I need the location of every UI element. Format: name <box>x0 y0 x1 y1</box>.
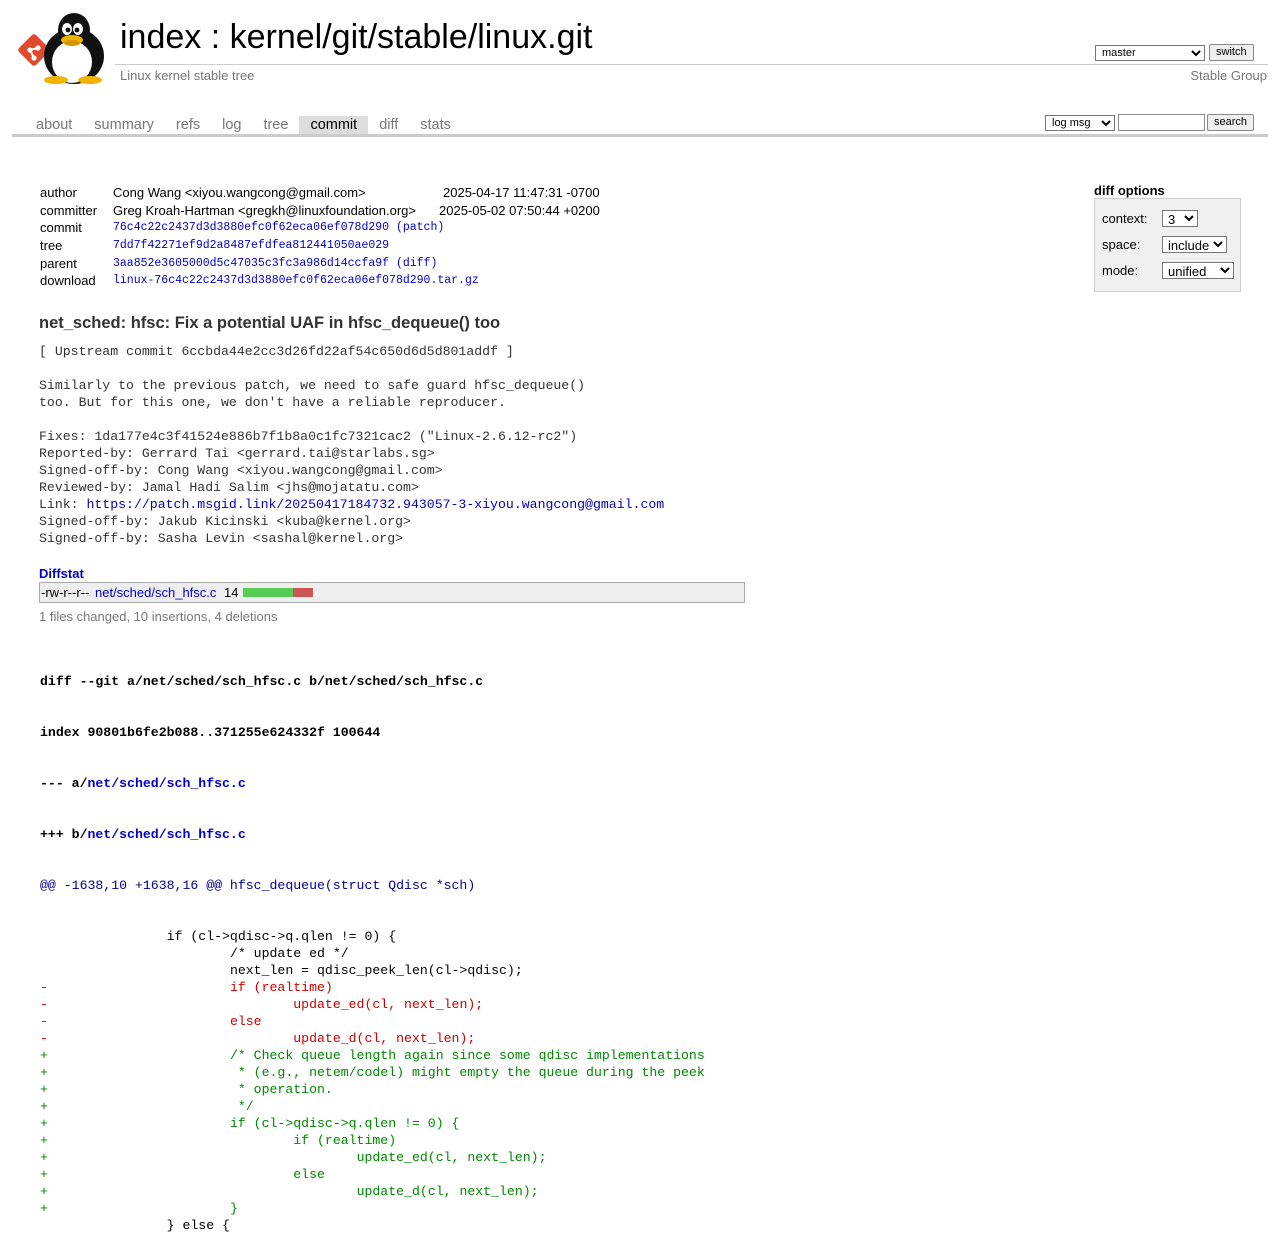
commit-label: commit <box>40 220 82 236</box>
parent-hash-value: 3aa852e3605000d5c47035c3fc3a986d14ccfa9f… <box>113 255 437 273</box>
diffstat-changes: 14 <box>224 585 239 600</box>
diff-line-added: + update_ed(cl, next_len); <box>40 1150 547 1165</box>
nav-tabs: about summary refs log tree commit diff … <box>25 116 462 134</box>
download-tarball-link[interactable]: linux-76c4c22c2437d3d3880efc0f62eca06ef0… <box>113 274 479 287</box>
file-mode: -rw-r--r-- <box>41 585 90 600</box>
diff-index-line: index 90801b6fe2b088..371255e624332f 100… <box>40 725 381 740</box>
title-separator: : <box>201 18 230 56</box>
diff-line-added: + update_d(cl, next_len); <box>40 1184 539 1199</box>
old-file-link[interactable]: net/sched/sch_hfsc.c <box>87 776 245 791</box>
tab-summary[interactable]: summary <box>83 116 165 134</box>
link-label: Link: <box>39 497 87 512</box>
context-label: context: <box>1102 211 1148 226</box>
commit-message: [ Upstream commit 6ccbda44e2cc3d26fd22af… <box>39 343 664 547</box>
diffstat-summary: 1 files changed, 10 insertions, 4 deleti… <box>39 609 278 624</box>
download-label: download <box>40 273 96 289</box>
parent-hash-link[interactable]: 3aa852e3605000d5c47035c3fc3a986d14ccfa9f <box>113 257 389 270</box>
diffstat-insertions-bar <box>243 588 293 597</box>
tab-about[interactable]: about <box>25 116 83 134</box>
tab-refs[interactable]: refs <box>165 116 211 134</box>
diff-line-context: next_len = qdisc_peek_len(cl->qdisc); <box>40 963 523 978</box>
page-title: index : kernel/git/stable/linux.git <box>120 16 593 58</box>
diff-line-removed: - update_ed(cl, next_len); <box>40 997 484 1012</box>
committer-label: committer <box>40 202 98 218</box>
space-select[interactable]: include <box>1162 236 1227 253</box>
tree-hash-value: 7dd7f42271ef9d2a8487efdfea812441050ae029 <box>113 237 389 255</box>
mode-select[interactable]: unified <box>1162 262 1234 279</box>
diff-line-added: + */ <box>40 1099 254 1114</box>
search-type-select[interactable]: log msg <box>1045 115 1115 131</box>
diff-line-added: + if (realtime) <box>40 1133 397 1148</box>
diff-options-panel: context: 3 space: include mode: unified <box>1094 198 1241 292</box>
patch-msgid-link[interactable]: https://patch.msgid.link/20250417184732.… <box>86 497 664 512</box>
download-value: linux-76c4c22c2437d3d3880efc0f62eca06ef0… <box>113 272 479 290</box>
author-date: 2025-04-17 11:47:31 -0700 <box>443 185 600 200</box>
diff-line-added: + * operation. <box>40 1082 333 1097</box>
committer-value: Greg Kroah-Hartman <gregkh@linuxfoundati… <box>113 202 416 218</box>
tab-diff[interactable]: diff <box>368 116 409 134</box>
diff-line-added: + if (cl->qdisc->q.qlen != 0) { <box>40 1116 460 1131</box>
diffstat-deletions-bar <box>293 588 313 597</box>
commit-message-signoffs: Signed-off-by: Jakub Kicinski <kuba@kern… <box>39 514 411 546</box>
repo-description: Linux kernel stable tree <box>120 68 255 83</box>
diff-line-context: if (cl->qdisc->q.qlen != 0) { <box>40 929 397 944</box>
diff-line-removed: - update_d(cl, next_len); <box>40 1031 476 1046</box>
commit-hash-value: 76c4c22c2437d3d3880efc0f62eca06ef078d290… <box>113 219 444 237</box>
tab-stats[interactable]: stats <box>409 116 462 134</box>
cgit-logo[interactable] <box>14 12 110 84</box>
space-label: space: <box>1102 237 1141 252</box>
diff-line-context: /* update ed */ <box>40 946 349 961</box>
diff-new-file-line: +++ b/net/sched/sch_hfsc.c <box>40 826 705 843</box>
diff-line-added: + * (e.g., netem/codel) might empty the … <box>40 1065 705 1080</box>
parent-label: parent <box>40 255 77 271</box>
index-link[interactable]: index <box>120 18 201 56</box>
diff-lines: if (cl->qdisc->q.qlen != 0) { /* update … <box>40 928 705 1234</box>
author-label: author <box>40 185 77 200</box>
commit-message-body: [ Upstream commit 6ccbda44e2cc3d26fd22af… <box>39 344 586 495</box>
commit-subject: net_sched: hfsc: Fix a potential UAF in … <box>39 314 501 332</box>
patch-link[interactable]: (patch) <box>396 221 444 234</box>
tab-commit[interactable]: commit <box>299 116 369 134</box>
context-select[interactable]: 3 <box>1162 210 1198 227</box>
new-file-link[interactable]: net/sched/sch_hfsc.c <box>87 827 245 842</box>
search-input[interactable] <box>1118 114 1205 131</box>
diff-old-file-line: --- a/net/sched/sch_hfsc.c <box>40 775 705 792</box>
diff-line-context: } else { <box>40 1218 230 1233</box>
new-file-prefix: +++ b/ <box>40 827 88 842</box>
branch-select[interactable]: master <box>1095 45 1205 61</box>
search-button[interactable]: search <box>1207 114 1255 131</box>
diffstat-header-link[interactable]: Diffstat <box>39 566 84 581</box>
tux-logo-icon <box>18 13 104 84</box>
diff-line-added: + } <box>40 1201 238 1216</box>
old-file-prefix: --- a/ <box>40 776 88 791</box>
diffstat-file-link[interactable]: net/sched/sch_hfsc.c <box>95 583 216 602</box>
diff-hunk-header: @@ -1638,10 +1638,16 @@ hfsc_dequeue(str… <box>40 878 476 893</box>
tab-log[interactable]: log <box>211 116 252 134</box>
switch-button[interactable]: switch <box>1209 44 1254 61</box>
diff-git-header: diff --git a/net/sched/sch_hfsc.c b/net/… <box>40 674 484 689</box>
commit-hash-link[interactable]: 76c4c22c2437d3d3880efc0f62eca06ef078d290 <box>113 221 389 234</box>
diff-view: diff --git a/net/sched/sch_hfsc.c b/net/… <box>40 639 705 1251</box>
parent-diff-link[interactable]: (diff) <box>396 257 437 270</box>
author-value: Cong Wang <xiyou.wangcong@gmail.com> <box>113 185 366 200</box>
tree-hash-link[interactable]: 7dd7f42271ef9d2a8487efdfea812441050ae029 <box>113 239 389 252</box>
header-divider <box>115 64 1268 65</box>
diff-line-added: + else <box>40 1167 325 1182</box>
diff-line-removed: - if (realtime) <box>40 980 333 995</box>
diff-line-added: + /* Check queue length again since some… <box>40 1048 705 1063</box>
committer-date: 2025-05-02 07:50:44 +0200 <box>439 202 600 218</box>
diffstat-table: -rw-r--r-- net/sched/sch_hfsc.c 14 <box>39 582 745 603</box>
tabs-divider <box>12 134 1268 137</box>
diff-line-removed: - else <box>40 1014 262 1029</box>
repo-owner: Stable Group <box>1190 68 1267 83</box>
tab-tree[interactable]: tree <box>252 116 299 134</box>
tree-label: tree <box>40 238 63 254</box>
diff-options-title: diff options <box>1094 183 1165 198</box>
repo-path-link[interactable]: kernel/git/stable/linux.git <box>230 18 593 56</box>
mode-label: mode: <box>1102 263 1139 278</box>
